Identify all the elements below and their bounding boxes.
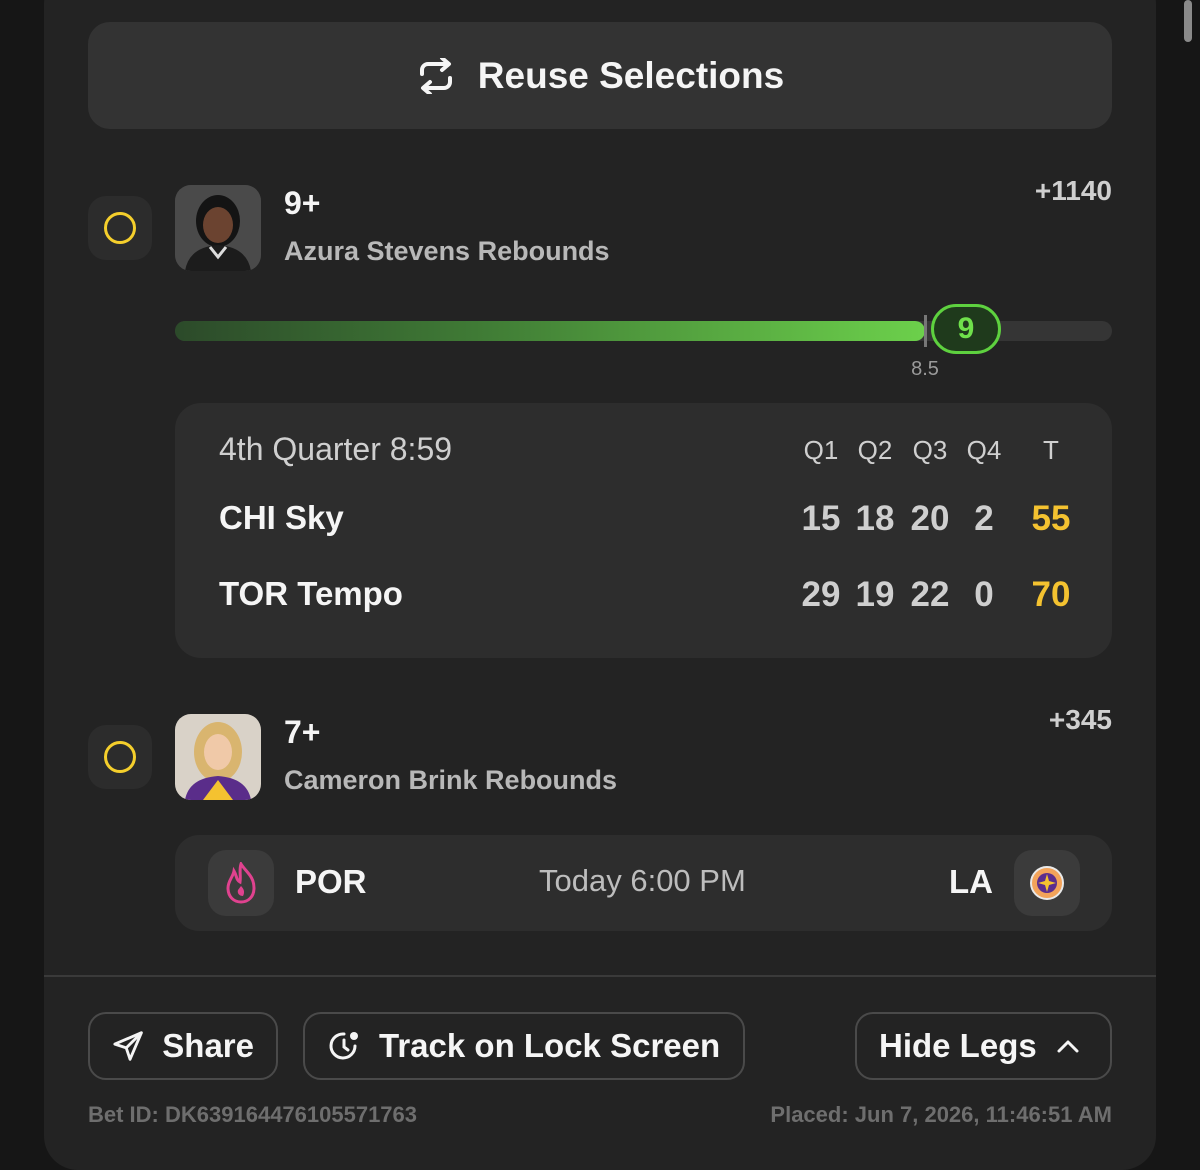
leg-status-indicator	[88, 196, 152, 260]
threshold-label: 8.5	[911, 358, 939, 380]
team-name: TOR Tempo	[219, 575, 403, 612]
track-lock-screen-button[interactable]: Track on Lock Screen	[303, 1012, 745, 1080]
game-time: Today 6:00 PM	[539, 863, 746, 898]
leg-market: Cameron Brink Rebounds	[284, 765, 618, 795]
share-button[interactable]: Share	[88, 1012, 278, 1080]
score-cell: 29	[801, 575, 841, 614]
score-cell: 0	[974, 575, 994, 614]
hide-legs-label: Hide Legs	[879, 1027, 1037, 1064]
leg-odds: +345	[1048, 704, 1112, 735]
divider	[44, 975, 1156, 977]
current-value-bubble: 9	[931, 304, 1001, 354]
live-scoreboard: 4th Quarter 8:59 Q1 Q2 Q3 Q4 T CHI Sky 1…	[175, 403, 1112, 658]
header-q1: Q1	[803, 435, 839, 465]
hide-legs-button[interactable]: Hide Legs	[855, 1012, 1112, 1080]
live-activity-icon	[329, 1032, 358, 1060]
score-cell: 2	[974, 499, 994, 538]
bet-id: Bet ID: DK639164476105571763	[88, 1102, 418, 1127]
track-label: Track on Lock Screen	[379, 1027, 721, 1064]
leg-status-indicator	[88, 725, 152, 789]
home-team: LA	[949, 863, 993, 900]
score-cell: 19	[855, 575, 895, 614]
player-avatar	[175, 714, 261, 800]
share-label: Share	[162, 1027, 254, 1064]
leg-line: 9+	[284, 185, 321, 221]
placed-timestamp: Placed: Jun 7, 2026, 11:46:51 AM	[770, 1102, 1112, 1127]
leg-odds: +1140	[1034, 175, 1112, 206]
score-cell: 20	[910, 499, 950, 538]
leg-line: 7+	[284, 714, 321, 750]
game-matchup: POR Today 6:00 PM LA	[175, 835, 1112, 931]
score-total: 70	[1031, 575, 1071, 614]
repeat-icon	[419, 57, 452, 94]
send-icon	[113, 1031, 143, 1061]
player-avatar	[175, 185, 261, 271]
reuse-selections-button[interactable]: Reuse Selections	[88, 22, 1112, 129]
score-cell: 15	[801, 499, 841, 538]
score-cell: 22	[910, 575, 950, 614]
chevron-up-icon	[1057, 1040, 1079, 1053]
progress-fill	[175, 321, 925, 341]
por-fire-logo-icon	[208, 850, 274, 916]
header-q4: Q4	[966, 435, 1002, 465]
reuse-selections-label: Reuse Selections	[477, 54, 785, 96]
progress-track: 9	[175, 304, 1112, 354]
header-total: T	[1043, 435, 1059, 465]
away-team: POR	[295, 863, 367, 900]
threshold-marker	[924, 315, 927, 347]
team-name: CHI Sky	[219, 499, 344, 536]
la-sparks-logo-icon	[1014, 850, 1080, 916]
header-q3: Q3	[912, 435, 948, 465]
score-cell: 18	[855, 499, 895, 538]
game-status: 4th Quarter 8:59	[219, 431, 453, 467]
scrollbar[interactable]	[1184, 0, 1192, 42]
leg-market: Azura Stevens Rebounds	[284, 236, 610, 266]
header-q2: Q2	[857, 435, 893, 465]
score-total: 55	[1031, 499, 1071, 538]
